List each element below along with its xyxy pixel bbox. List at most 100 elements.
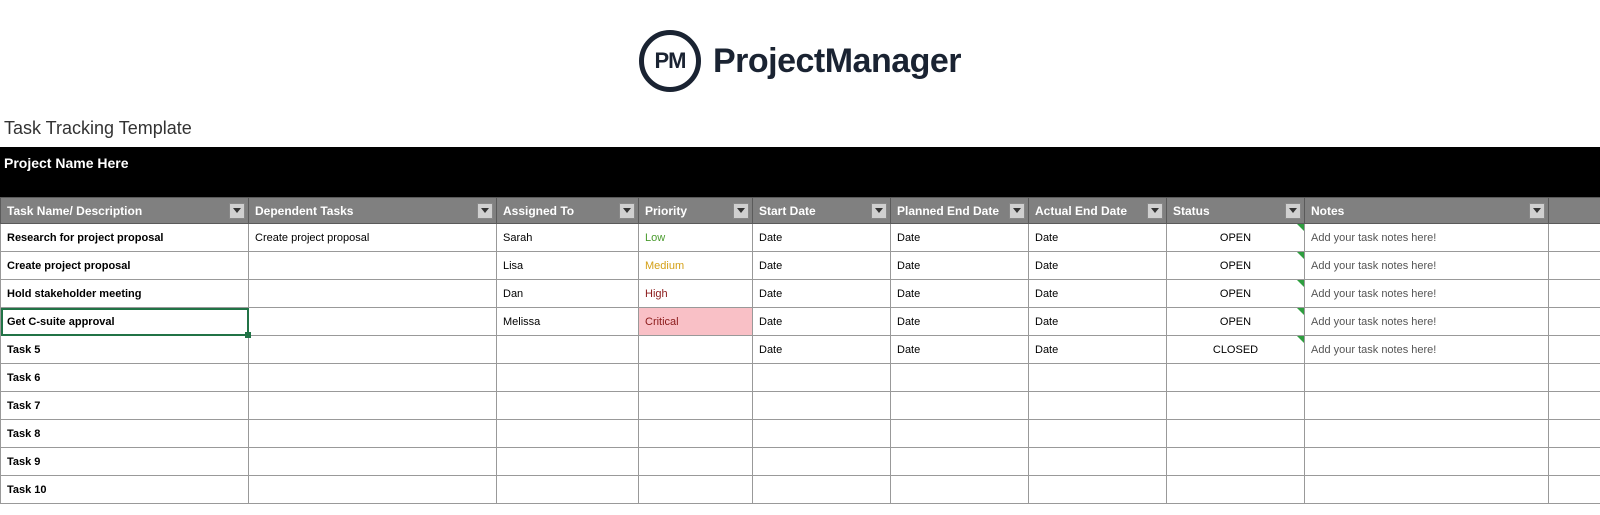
filter-dropdown-icon[interactable] [1285, 203, 1301, 219]
cell-notes[interactable] [1305, 392, 1549, 420]
col-status[interactable]: Status [1167, 198, 1305, 224]
cell-status[interactable] [1167, 364, 1305, 392]
cell-notes[interactable]: Add your task notes here! [1305, 280, 1549, 308]
cell-actual-end[interactable] [1029, 420, 1167, 448]
col-task-name[interactable]: Task Name/ Description [1, 198, 249, 224]
cell-actual-end[interactable] [1029, 364, 1167, 392]
filter-dropdown-icon[interactable] [229, 203, 245, 219]
cell-dependent[interactable] [249, 448, 497, 476]
filter-dropdown-icon[interactable] [1147, 203, 1163, 219]
cell-task-name[interactable]: Task 8 [1, 420, 249, 448]
cell-assigned[interactable] [497, 392, 639, 420]
cell-start-date[interactable] [753, 420, 891, 448]
cell-status[interactable]: CLOSED [1167, 336, 1305, 364]
cell-dependent[interactable] [249, 476, 497, 504]
cell-notes[interactable] [1305, 420, 1549, 448]
cell-task-name[interactable]: Hold stakeholder meeting [1, 280, 249, 308]
cell-planned-end[interactable] [891, 364, 1029, 392]
cell-actual-end[interactable]: Date [1029, 280, 1167, 308]
cell-notes[interactable] [1305, 448, 1549, 476]
cell-priority[interactable] [639, 336, 753, 364]
cell-notes[interactable]: Add your task notes here! [1305, 252, 1549, 280]
cell-priority[interactable]: High [639, 280, 753, 308]
cell-notes[interactable] [1305, 476, 1549, 504]
cell-extra[interactable] [1549, 448, 1600, 476]
cell-start-date[interactable] [753, 392, 891, 420]
cell-extra[interactable] [1549, 476, 1600, 504]
cell-status[interactable] [1167, 420, 1305, 448]
cell-notes[interactable]: Add your task notes here! [1305, 336, 1549, 364]
cell-task-name[interactable]: Task 7 [1, 392, 249, 420]
filter-dropdown-icon[interactable] [477, 203, 493, 219]
cell-start-date[interactable]: Date [753, 308, 891, 336]
cell-dependent[interactable]: Create project proposal [249, 224, 497, 252]
cell-status[interactable] [1167, 448, 1305, 476]
cell-planned-end[interactable]: Date [891, 252, 1029, 280]
cell-planned-end[interactable] [891, 448, 1029, 476]
cell-actual-end[interactable] [1029, 448, 1167, 476]
cell-status[interactable]: OPEN [1167, 308, 1305, 336]
cell-priority[interactable] [639, 364, 753, 392]
cell-dependent[interactable] [249, 420, 497, 448]
cell-notes[interactable]: Add your task notes here! [1305, 224, 1549, 252]
cell-dependent[interactable] [249, 280, 497, 308]
col-start-date[interactable]: Start Date [753, 198, 891, 224]
cell-status[interactable]: OPEN [1167, 224, 1305, 252]
cell-planned-end[interactable] [891, 392, 1029, 420]
cell-extra[interactable] [1549, 308, 1600, 336]
cell-priority[interactable] [639, 448, 753, 476]
cell-priority[interactable] [639, 420, 753, 448]
cell-actual-end[interactable]: Date [1029, 252, 1167, 280]
filter-dropdown-icon[interactable] [733, 203, 749, 219]
cell-planned-end[interactable]: Date [891, 308, 1029, 336]
cell-task-name[interactable]: Get C-suite approval [1, 308, 249, 336]
cell-assigned[interactable] [497, 448, 639, 476]
col-priority[interactable]: Priority [639, 198, 753, 224]
cell-assigned[interactable]: Melissa [497, 308, 639, 336]
cell-notes[interactable] [1305, 364, 1549, 392]
cell-extra[interactable] [1549, 364, 1600, 392]
cell-extra[interactable] [1549, 336, 1600, 364]
cell-assigned[interactable] [497, 420, 639, 448]
cell-priority[interactable] [639, 392, 753, 420]
cell-actual-end[interactable] [1029, 392, 1167, 420]
cell-extra[interactable] [1549, 420, 1600, 448]
filter-dropdown-icon[interactable] [1009, 203, 1025, 219]
cell-planned-end[interactable]: Date [891, 280, 1029, 308]
cell-assigned[interactable] [497, 336, 639, 364]
cell-planned-end[interactable]: Date [891, 224, 1029, 252]
cell-status[interactable] [1167, 476, 1305, 504]
cell-task-name[interactable]: Create project proposal [1, 252, 249, 280]
cell-assigned[interactable]: Sarah [497, 224, 639, 252]
cell-assigned[interactable]: Dan [497, 280, 639, 308]
cell-dependent[interactable] [249, 252, 497, 280]
cell-actual-end[interactable]: Date [1029, 336, 1167, 364]
cell-start-date[interactable]: Date [753, 280, 891, 308]
cell-assigned[interactable] [497, 364, 639, 392]
col-planned-end[interactable]: Planned End Date [891, 198, 1029, 224]
col-actual-end[interactable]: Actual End Date [1029, 198, 1167, 224]
cell-status[interactable] [1167, 392, 1305, 420]
cell-task-name[interactable]: Research for project proposal [1, 224, 249, 252]
cell-extra[interactable] [1549, 252, 1600, 280]
cell-status[interactable]: OPEN [1167, 252, 1305, 280]
cell-dependent[interactable] [249, 336, 497, 364]
cell-notes[interactable]: Add your task notes here! [1305, 308, 1549, 336]
cell-assigned[interactable]: Lisa [497, 252, 639, 280]
cell-dependent[interactable] [249, 364, 497, 392]
cell-planned-end[interactable] [891, 476, 1029, 504]
cell-priority[interactable]: Critical [639, 308, 753, 336]
cell-dependent[interactable] [249, 308, 497, 336]
cell-extra[interactable] [1549, 224, 1600, 252]
cell-start-date[interactable]: Date [753, 336, 891, 364]
col-notes[interactable]: Notes [1305, 198, 1549, 224]
col-dependent[interactable]: Dependent Tasks [249, 198, 497, 224]
cell-task-name[interactable]: Task 6 [1, 364, 249, 392]
col-assigned[interactable]: Assigned To [497, 198, 639, 224]
cell-priority[interactable]: Medium [639, 252, 753, 280]
cell-task-name[interactable]: Task 9 [1, 448, 249, 476]
filter-dropdown-icon[interactable] [619, 203, 635, 219]
filter-dropdown-icon[interactable] [871, 203, 887, 219]
cell-planned-end[interactable] [891, 420, 1029, 448]
cell-start-date[interactable]: Date [753, 252, 891, 280]
